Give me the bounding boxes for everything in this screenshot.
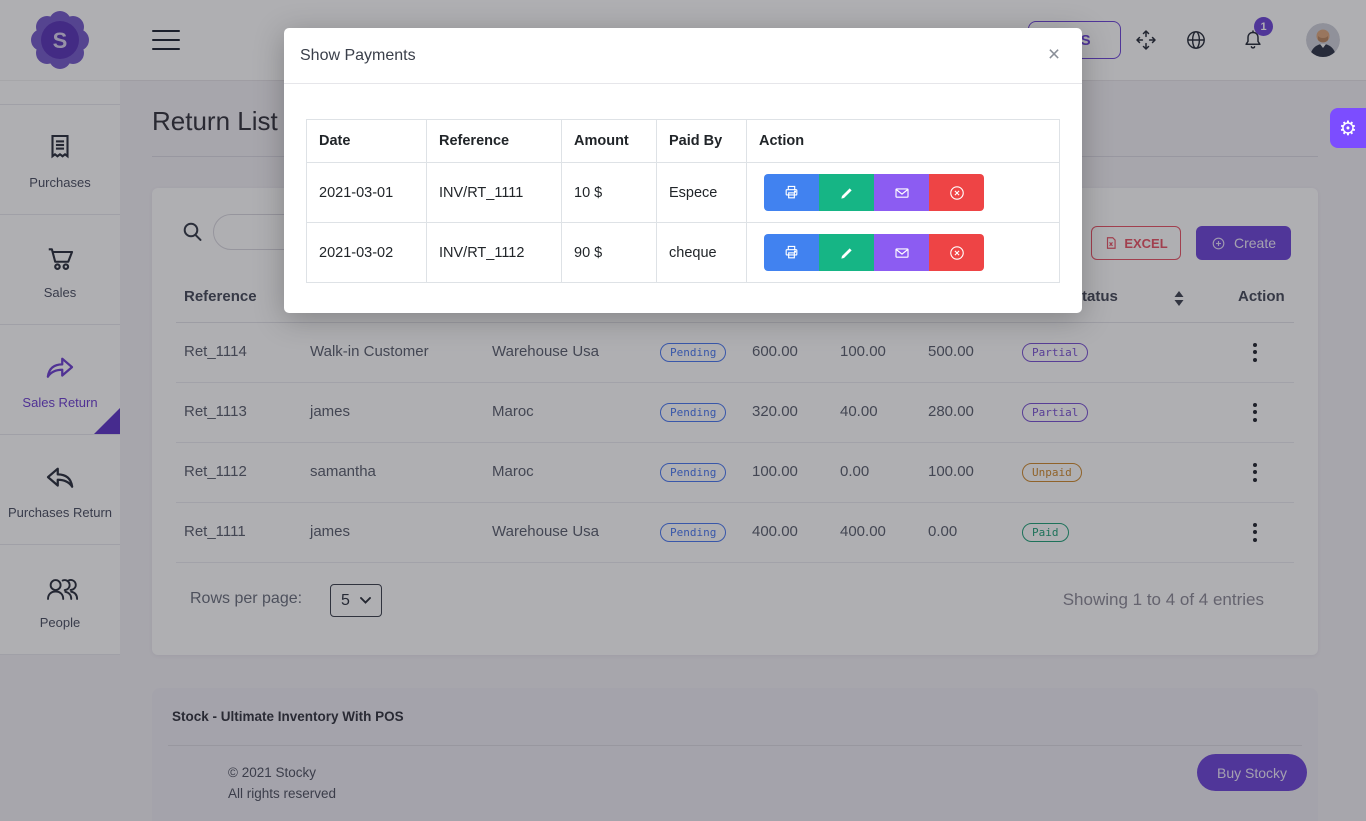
payment-row: 2021-03-02 INV/RT_1112 90 $ cheque — [307, 223, 1060, 283]
cell-date: 2021-03-02 — [307, 223, 427, 283]
delete-circle-icon — [948, 184, 966, 202]
print-payment-button[interactable] — [764, 234, 819, 271]
cell-reference: INV/RT_1111 — [427, 163, 562, 223]
column-header-date: Date — [307, 120, 427, 163]
envelope-icon — [893, 184, 911, 202]
cell-reference: INV/RT_1112 — [427, 223, 562, 283]
column-header-paid-by: Paid By — [657, 120, 747, 163]
envelope-icon — [893, 244, 911, 262]
cell-paid-by: cheque — [657, 223, 747, 283]
payment-actions — [764, 174, 984, 211]
gear-icon: ⚙ — [1339, 116, 1357, 141]
column-header-amount: Amount — [562, 120, 657, 163]
close-icon[interactable]: × — [1040, 41, 1068, 69]
print-payment-button[interactable] — [764, 174, 819, 211]
edit-payment-button[interactable] — [819, 234, 874, 271]
email-payment-button[interactable] — [874, 234, 929, 271]
column-header-action: Action — [747, 120, 1060, 163]
column-header-reference: Reference — [427, 120, 562, 163]
modal-title: Show Payments — [300, 47, 416, 65]
cell-amount: 90 $ — [562, 223, 657, 283]
cell-paid-by: Espece — [657, 163, 747, 223]
settings-gear-button[interactable]: ⚙ — [1330, 108, 1366, 148]
pencil-icon — [839, 185, 855, 201]
delete-payment-button[interactable] — [929, 174, 984, 211]
cell-date: 2021-03-01 — [307, 163, 427, 223]
cell-amount: 10 $ — [562, 163, 657, 223]
payment-row: 2021-03-01 INV/RT_1111 10 $ Espece — [307, 163, 1060, 223]
show-payments-modal: Show Payments × Date Reference Amount Pa… — [284, 28, 1082, 313]
payment-actions — [764, 234, 984, 271]
edit-payment-button[interactable] — [819, 174, 874, 211]
delete-payment-button[interactable] — [929, 234, 984, 271]
delete-circle-icon — [948, 244, 966, 262]
payments-table: Date Reference Amount Paid By Action 202… — [306, 119, 1060, 283]
printer-icon — [783, 244, 800, 261]
printer-icon — [783, 184, 800, 201]
email-payment-button[interactable] — [874, 174, 929, 211]
pencil-icon — [839, 245, 855, 261]
